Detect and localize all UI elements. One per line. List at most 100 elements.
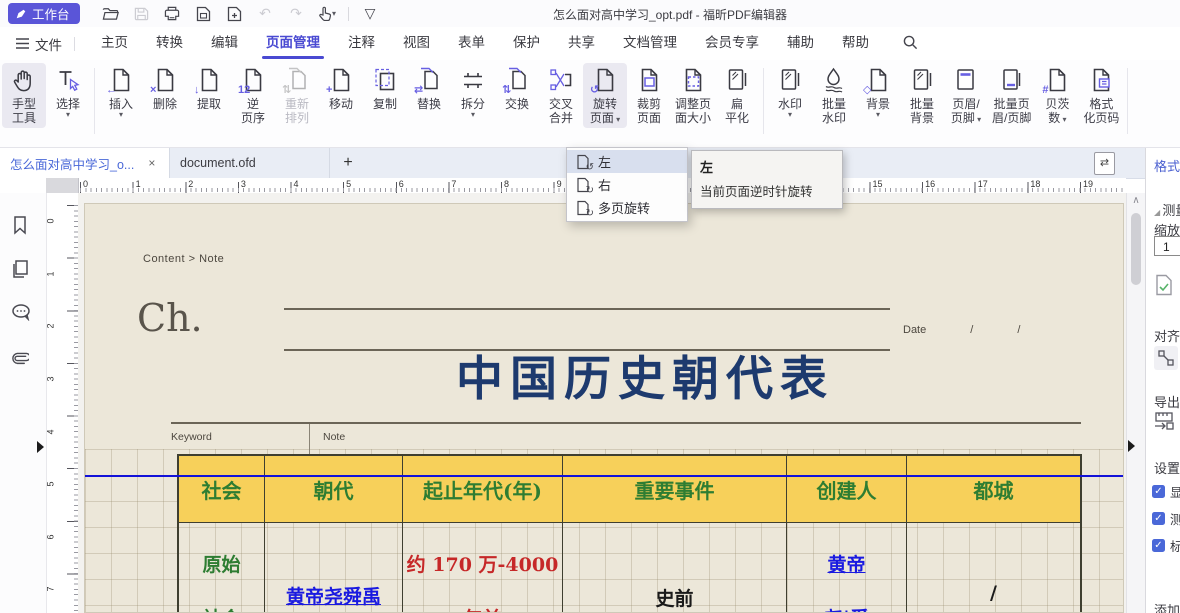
workspace-button[interactable]: 工作台	[8, 3, 80, 24]
ribbon-移动[interactable]: +移动	[319, 63, 363, 113]
ribbon-选择[interactable]: 选择▾	[46, 63, 90, 121]
new-tab-button[interactable]: +	[336, 151, 360, 175]
ribbon-插入[interactable]: ←插入▾	[99, 63, 143, 121]
ribbon-label: 平化	[725, 111, 749, 125]
scroll-up-arrow[interactable]: ∧	[1127, 195, 1145, 206]
menu-tab-主页[interactable]: 主页	[87, 27, 142, 60]
sidebar-expand-handle[interactable]	[37, 441, 44, 453]
ribbon-删除[interactable]: ×删除	[143, 63, 187, 113]
ribbon-label: 排列	[285, 111, 309, 125]
ribbon-旋转页面[interactable]: ↺旋转页面 ▾	[583, 63, 627, 128]
tab-close-icon[interactable]: ×	[148, 156, 155, 170]
copy-document-icon[interactable]	[193, 4, 213, 24]
icon-accent: ◇	[863, 85, 871, 96]
page-thumbnails-icon[interactable]	[11, 259, 35, 283]
ribbon-裁剪页面[interactable]: 裁剪页面	[627, 63, 671, 128]
ribbon-背景[interactable]: ◇背景▾	[856, 63, 900, 121]
menu-tab-帮助[interactable]: 帮助	[828, 27, 883, 60]
ribbon-交换[interactable]: ⇅交换	[495, 63, 539, 113]
ribbon-扁平化[interactable]: 扁平化	[715, 63, 759, 128]
menu-items: 主页转换编辑页面管理注释视图表单保护共享文档管理会员专享辅助帮助	[87, 27, 883, 60]
ribbon-贝茨数[interactable]: #贝茨数 ▾	[1035, 63, 1079, 128]
ribbon-label: 旋转	[593, 97, 617, 111]
checkbox-checked-icon[interactable]: ✓	[1152, 539, 1165, 552]
ribbon-提取[interactable]: ↓提取	[187, 63, 231, 113]
icon-accent: #	[1042, 85, 1048, 96]
dropdown-item-左[interactable]: ↺左	[567, 150, 687, 173]
format-panel: 格式 ◢ 测量 缩放 1 对齐 导出 设置 ✓显✓测✓标 添加	[1145, 148, 1180, 613]
ribbon-格式化页码[interactable]: 格式化页码	[1079, 63, 1123, 128]
align-tool-icon[interactable]	[1154, 346, 1178, 370]
ribbon-复制[interactable]: 复制	[363, 63, 407, 113]
ribbon-label: 合并	[549, 111, 573, 125]
bookmarks-icon[interactable]	[11, 215, 35, 239]
ribbon-调整页面大小[interactable]: 调整页面大小	[671, 63, 715, 128]
table-cell: 史前	[563, 523, 787, 613]
save-icon	[131, 4, 151, 24]
settings-checkbox[interactable]: ✓测	[1152, 509, 1180, 528]
search-icon[interactable]	[889, 27, 932, 60]
print-icon[interactable]	[162, 4, 182, 24]
document-viewport[interactable]: Content > Note Ch. Date / / 中国历史朝代表 Keyw…	[78, 193, 1126, 613]
menu-tab-会员专享[interactable]: 会员专享	[691, 27, 773, 60]
ribbon-批量水印[interactable]: 批量水印	[812, 63, 856, 128]
menu-tab-表单[interactable]: 表单	[444, 27, 499, 60]
table-header-row: 社会朝代起止年代(年)重要事件创建人都城	[179, 456, 1080, 522]
ribbon-批量背景[interactable]: 批量背景	[900, 63, 944, 128]
menu-tab-转换[interactable]: 转换	[142, 27, 197, 60]
comments-icon[interactable]	[11, 303, 35, 327]
menu-tab-保护[interactable]: 保护	[499, 27, 554, 60]
collapse-toolbar-icon[interactable]: ▽	[360, 4, 380, 24]
ribbon-label: 化页码	[1083, 111, 1119, 125]
table-link[interactable]: 黄帝尧舜禹	[265, 582, 402, 609]
document-tab[interactable]: document.ofd	[170, 148, 330, 178]
table-link[interactable]: 黄帝	[787, 550, 906, 577]
keyword-note-row: Keyword Note	[171, 422, 1081, 456]
ruler-number: 18	[1030, 179, 1040, 189]
menu-tab-页面管理[interactable]: 页面管理	[252, 27, 334, 60]
open-folder-icon[interactable]	[100, 4, 120, 24]
ribbon-批量页眉页脚[interactable]: 批量页眉/页脚	[988, 63, 1035, 128]
new-document-icon[interactable]	[224, 4, 244, 24]
dropdown-item-右[interactable]: ↻右	[567, 173, 687, 196]
hand-icon	[10, 66, 38, 94]
ribbon-label: 拆分	[461, 97, 485, 111]
menu-tab-视图[interactable]: 视图	[389, 27, 444, 60]
settings-checkbox[interactable]: ✓显	[1152, 482, 1180, 501]
ribbon-页眉页脚[interactable]: 页眉/页脚 ▾	[944, 63, 988, 128]
hand-pointer-icon[interactable]: ▾	[317, 4, 337, 24]
swap-panels-icon[interactable]: ⇄	[1094, 152, 1115, 175]
settings-checkbox[interactable]: ✓标	[1152, 536, 1180, 555]
tooltip: 左 当前页面逆时针旋转	[691, 150, 843, 209]
scrollbar-thumb[interactable]	[1131, 213, 1141, 285]
ribbon-替换[interactable]: ⇄替换	[407, 63, 451, 113]
vertical-scrollbar[interactable]: ∧	[1126, 193, 1145, 613]
menu-tab-编辑[interactable]: 编辑	[197, 27, 252, 60]
menu-tab-注释[interactable]: 注释	[334, 27, 389, 60]
panel-collapse-handle[interactable]	[1128, 440, 1135, 452]
attachments-icon[interactable]	[11, 347, 35, 371]
ribbon-手型工具[interactable]: 手型工具	[2, 63, 46, 128]
page-icon: ◇	[864, 66, 892, 94]
toolbar-separator	[348, 7, 349, 21]
checkbox-checked-icon[interactable]: ✓	[1152, 485, 1165, 498]
menu-file[interactable]: 文件	[16, 34, 62, 54]
ribbon-交叉合并[interactable]: 交叉合并	[539, 63, 583, 128]
menu-tab-文档管理[interactable]: 文档管理	[609, 27, 691, 60]
menu-tab-共享[interactable]: 共享	[554, 27, 609, 60]
scale-input[interactable]: 1	[1154, 236, 1180, 256]
export-measure-icon[interactable]	[1154, 412, 1174, 430]
page-check-icon[interactable]	[1154, 274, 1174, 296]
tab-format[interactable]: 格式	[1154, 156, 1180, 175]
page-icon: 12	[239, 66, 267, 94]
ribbon-拆分[interactable]: 拆分▾	[451, 63, 495, 121]
icon-accent: ↺	[590, 85, 599, 96]
crop-icon	[635, 66, 663, 94]
ribbon-逆页序[interactable]: 12逆页序	[231, 63, 275, 128]
menu-tab-辅助[interactable]: 辅助	[773, 27, 828, 60]
table-link[interactable]: 尧|舜	[787, 604, 906, 613]
dropdown-item-多页旋转[interactable]: ↻多页旋转	[567, 196, 687, 219]
checkbox-checked-icon[interactable]: ✓	[1152, 512, 1165, 525]
document-tab[interactable]: 怎么面对高中学习_o...×	[0, 148, 170, 178]
ribbon-水印[interactable]: 水印▾	[768, 63, 812, 121]
